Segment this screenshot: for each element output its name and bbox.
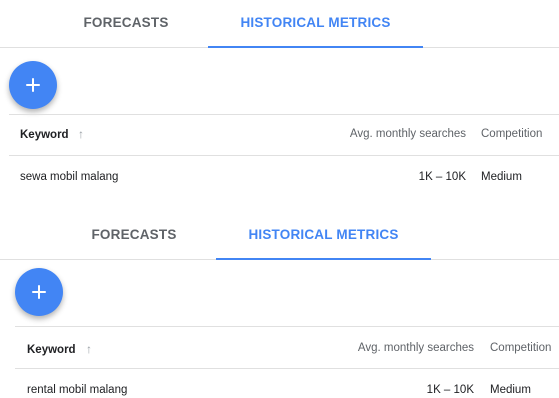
keyword-panel-1: FORECASTS HISTORICAL METRICS Keyword ↑ A… xyxy=(0,0,559,210)
column-header-competition[interactable]: Competition xyxy=(490,342,551,354)
plus-icon xyxy=(9,61,57,109)
add-button[interactable] xyxy=(15,268,63,316)
tab-historical-metrics[interactable]: HISTORICAL METRICS xyxy=(216,212,431,260)
competition-cell: Medium xyxy=(490,384,531,396)
sort-arrow-icon[interactable]: ↑ xyxy=(78,127,84,141)
sort-arrow-icon[interactable]: ↑ xyxy=(86,342,92,356)
avg-monthly-searches-cell: 1K – 10K xyxy=(426,384,474,396)
keyword-cell: rental mobil malang xyxy=(27,384,128,396)
keyword-cell: sewa mobil malang xyxy=(20,171,119,183)
column-header-keyword[interactable]: Keyword xyxy=(20,129,69,141)
tab-bar: FORECASTS HISTORICAL METRICS xyxy=(0,0,559,48)
column-header-avg-monthly-searches[interactable]: Avg. monthly searches xyxy=(300,128,466,140)
divider xyxy=(15,368,559,369)
add-button[interactable] xyxy=(9,61,57,109)
competition-cell: Medium xyxy=(481,171,522,183)
divider xyxy=(15,326,559,327)
tab-historical-metrics[interactable]: HISTORICAL METRICS xyxy=(208,0,423,48)
avg-monthly-searches-cell: 1K – 10K xyxy=(418,171,466,183)
divider xyxy=(9,155,559,156)
tab-bar: FORECASTS HISTORICAL METRICS xyxy=(0,212,559,260)
tab-forecasts[interactable]: FORECASTS xyxy=(60,0,192,48)
column-header-avg-monthly-searches[interactable]: Avg. monthly searches xyxy=(300,342,474,354)
column-header-competition[interactable]: Competition xyxy=(481,128,542,140)
plus-icon xyxy=(15,268,63,316)
column-header-keyword[interactable]: Keyword xyxy=(27,344,76,356)
keyword-panel-2: FORECASTS HISTORICAL METRICS Keyword ↑ A… xyxy=(0,212,559,398)
divider xyxy=(9,114,559,115)
tab-forecasts[interactable]: FORECASTS xyxy=(68,212,200,260)
